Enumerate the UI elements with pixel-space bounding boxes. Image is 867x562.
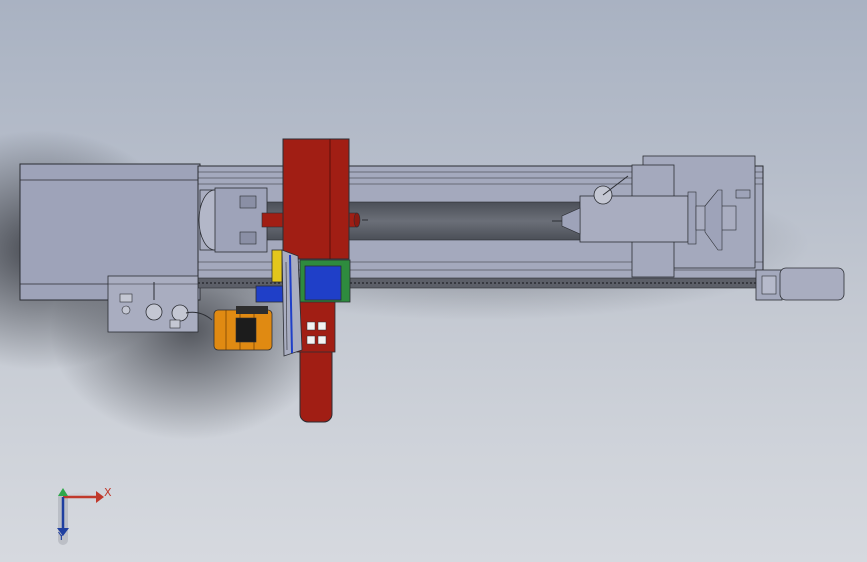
control-box[interactable] — [107, 275, 213, 333]
lathe-model-drawing — [0, 130, 845, 545]
chuck[interactable] — [198, 187, 268, 253]
x-axis-label: X — [104, 486, 112, 499]
cad-viewport[interactable]: X Y — [0, 0, 867, 562]
feed-motor-right[interactable] — [755, 267, 845, 301]
origin-marker — [58, 488, 68, 496]
drive-motor[interactable] — [213, 306, 273, 351]
y-axis-label: Y — [58, 530, 65, 543]
